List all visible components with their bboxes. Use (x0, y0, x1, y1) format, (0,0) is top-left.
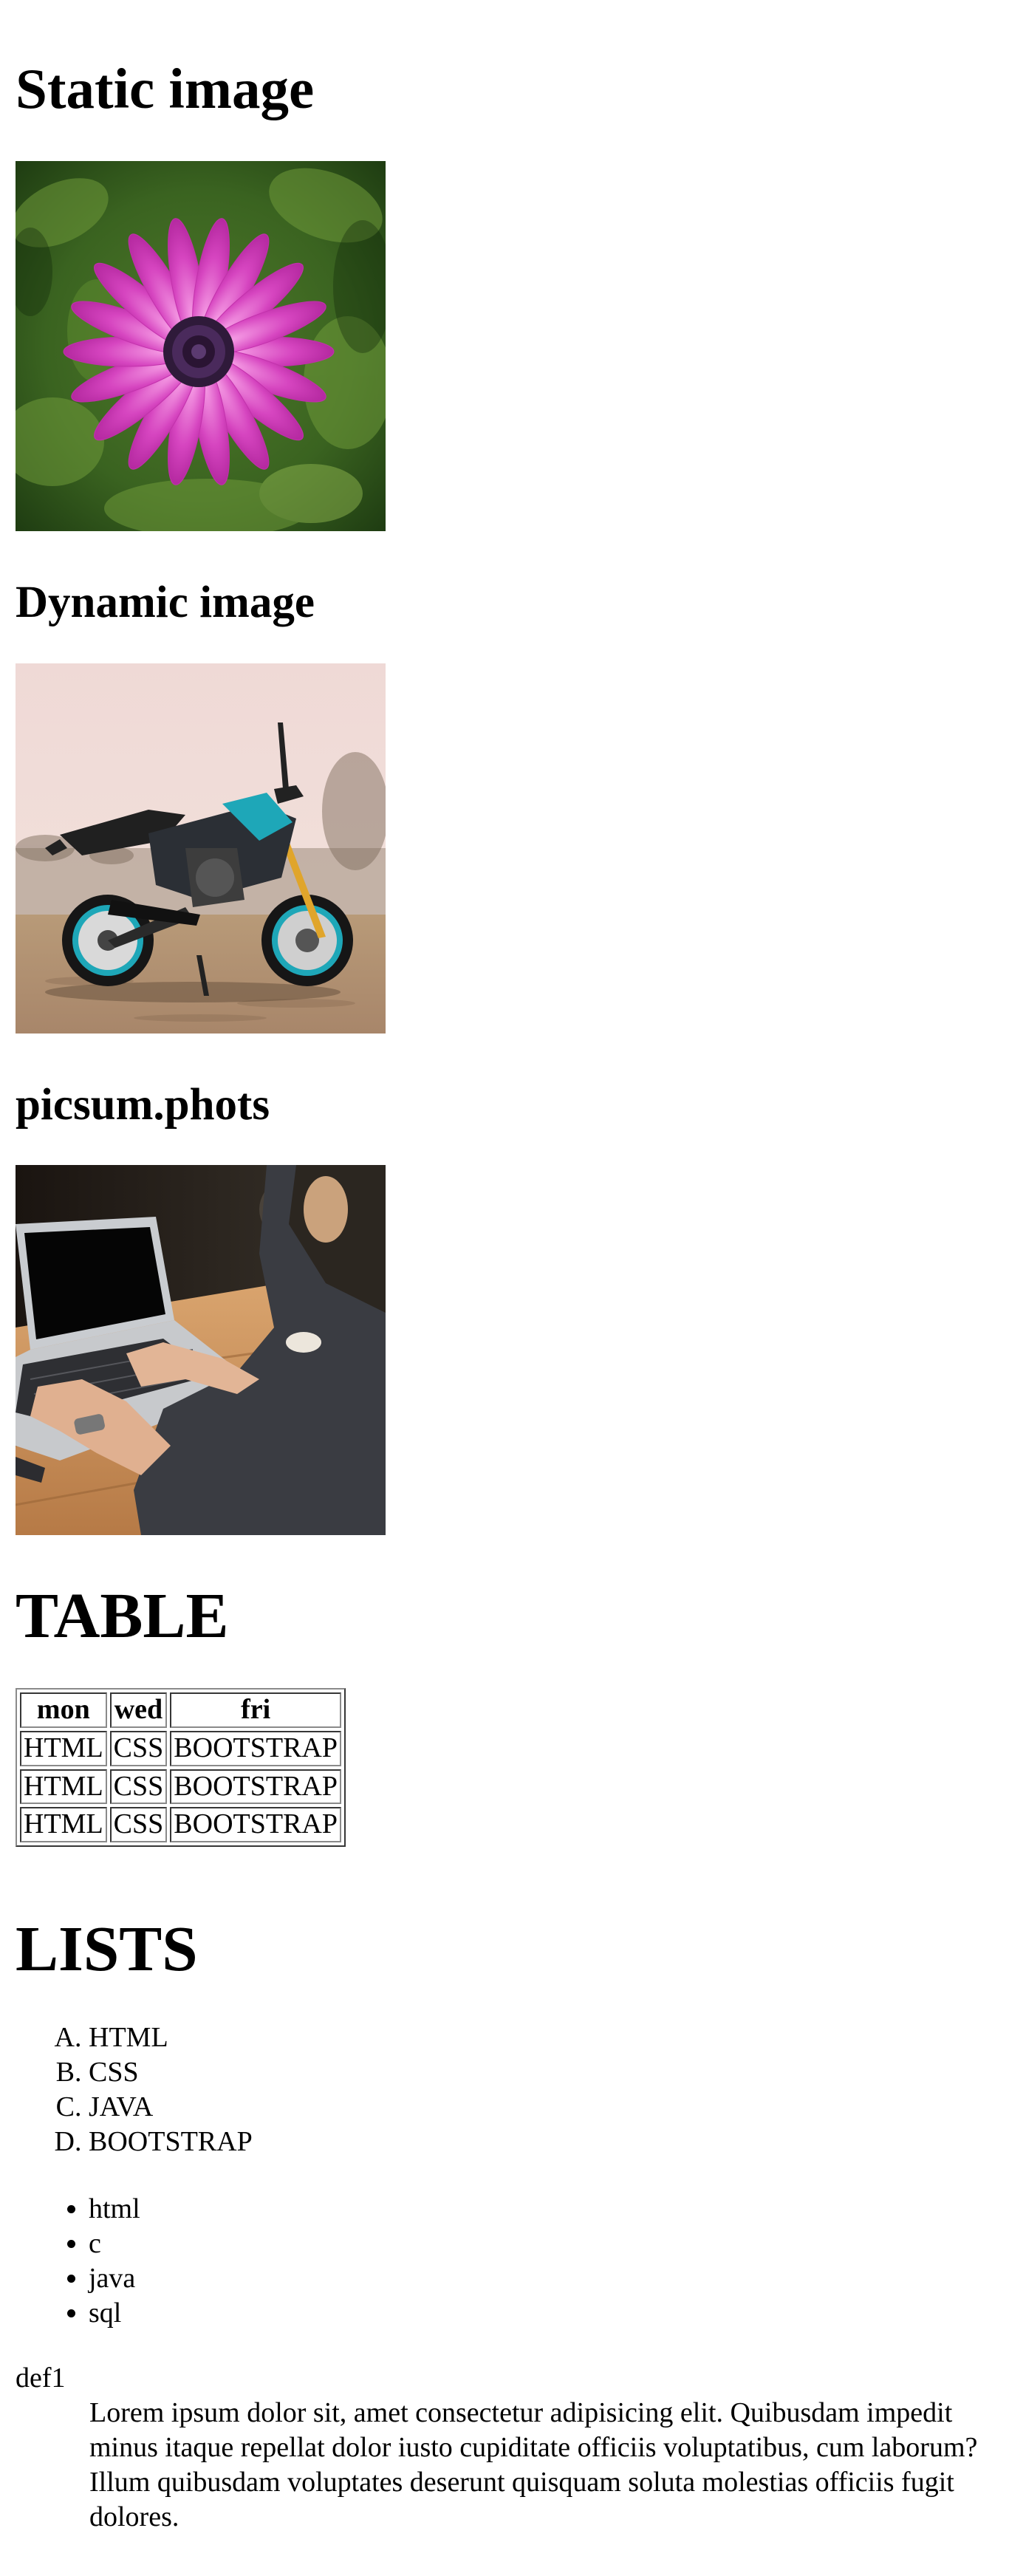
table-row: HTML CSS BOOTSTRAP (20, 1730, 341, 1766)
table-row: HTML CSS BOOTSTRAP (20, 1769, 341, 1805)
list-item: CSS (89, 2055, 253, 2090)
list-item: HTML (89, 2020, 253, 2055)
column-header-mon: mon (20, 1692, 107, 1728)
flower-image (16, 161, 386, 531)
list-item: html (89, 2192, 140, 2227)
list-item: c (89, 2227, 140, 2261)
definition-term: def1 (16, 2363, 66, 2394)
table-cell: HTML (20, 1807, 107, 1843)
dynamic-image-heading: Dynamic image (16, 578, 315, 627)
table-cell: BOOTSTRAP (170, 1807, 341, 1843)
table-cell: BOOTSTRAP (170, 1769, 341, 1805)
column-header-fri: fri (170, 1692, 341, 1728)
column-header-wed: wed (109, 1692, 168, 1728)
table-cell: CSS (109, 1730, 168, 1766)
definition-list: def1 Lorem ipsum dolor sit, amet consect… (16, 2361, 983, 2535)
table-cell: CSS (109, 1807, 168, 1843)
table-cell: HTML (20, 1769, 107, 1805)
static-image-heading: Static image (16, 57, 315, 120)
table-row: HTML CSS BOOTSTRAP (20, 1807, 341, 1843)
definition-description: Lorem ipsum dolor sit, amet consectetur … (89, 2397, 978, 2532)
picsum-photos-heading: picsum.phots (16, 1080, 270, 1130)
page: Static image Dynamic image picsum.phots … (0, 0, 1009, 2576)
list-item: java (89, 2261, 140, 2296)
table-heading: TABLE (16, 1579, 229, 1651)
unordered-list: html c java sql (0, 2192, 140, 2331)
table-cell: HTML (20, 1730, 107, 1766)
motorcycle-image (16, 663, 386, 1034)
ordered-list: HTML CSS JAVA BOOTSTRAP (0, 2020, 253, 2159)
table-header-row: mon wed fri (20, 1692, 341, 1728)
schedule-table: mon wed fri HTML CSS BOOTSTRAP HTML CSS … (16, 1688, 346, 1848)
list-item: JAVA (89, 2090, 253, 2125)
table-cell: CSS (109, 1769, 168, 1805)
list-item: sql (89, 2296, 140, 2331)
table-cell: BOOTSTRAP (170, 1730, 341, 1766)
laptop-photo-image (16, 1165, 386, 1535)
list-item: BOOTSTRAP (89, 2125, 253, 2159)
lists-heading: LISTS (16, 1913, 198, 1984)
